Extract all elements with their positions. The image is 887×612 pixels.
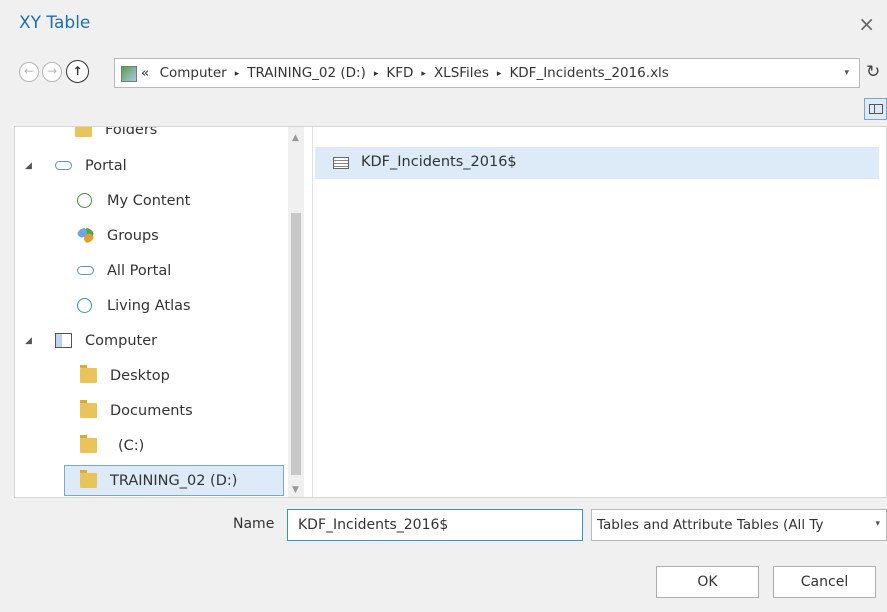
groups-icon	[77, 228, 94, 243]
folder-icon	[80, 400, 97, 418]
location-icon	[121, 66, 137, 82]
name-label: Name	[233, 516, 275, 532]
breadcrumb: « Computer ▸ TRAINING_02 (D:) ▸ KFD ▸ XLSFiles…	[141, 65, 675, 81]
tree-item-training-drive[interactable]: TRAINING_02 (D:)	[64, 465, 284, 496]
name-input[interactable]	[287, 509, 583, 541]
breadcrumb-computer[interactable]: Computer	[160, 65, 227, 81]
breadcrumb-xls-file[interactable]: KDF_Incidents_2016.xls	[509, 65, 668, 81]
expand-icon[interactable]: ◢	[25, 151, 32, 181]
back-icon[interactable]: ←	[19, 62, 39, 82]
view-options-icon[interactable]	[864, 98, 887, 120]
table-icon	[333, 157, 349, 169]
refresh-icon[interactable]: ↻	[866, 62, 880, 82]
forward-icon[interactable]: →	[42, 62, 62, 82]
breadcrumb-xlsfiles[interactable]: XLSFiles	[434, 65, 489, 81]
breadcrumb-training-drive[interactable]: TRAINING_02 (D:)	[247, 65, 366, 81]
tree-scrollbar[interactable]: ▲ ▼	[288, 127, 304, 497]
file-type-select[interactable]: Tables and Attribute Tables (All Ty ▾	[591, 509, 887, 541]
title-bar: XY Table ×	[0, 0, 887, 48]
chevron-down-icon[interactable]: ▾	[872, 519, 880, 529]
folder-icon	[80, 435, 97, 453]
list-item[interactable]: KDF_Incidents_2016$	[315, 147, 879, 179]
expand-icon[interactable]: ◢	[25, 326, 32, 356]
breadcrumb-kfd[interactable]: KFD	[386, 65, 413, 81]
overflow-icon[interactable]: «	[141, 65, 149, 81]
cancel-button[interactable]: Cancel	[773, 566, 876, 598]
folder-icon	[75, 127, 92, 137]
close-icon[interactable]: ×	[858, 12, 875, 36]
computer-icon	[55, 333, 72, 348]
scroll-up-icon[interactable]: ▲	[292, 133, 299, 143]
navigation-tree: Folders ◢ Portal My Content Groups All P…	[15, 127, 305, 497]
dialog-title: XY Table	[19, 13, 91, 33]
my-content-icon	[77, 193, 92, 208]
navigation-bar: ← → ↑ « Computer ▸ TRAINING_02 (D:) ▸ KFD ▸ XL…	[0, 58, 887, 94]
pane-divider[interactable]	[312, 127, 313, 497]
folder-icon	[80, 365, 97, 383]
address-bar[interactable]: « Computer ▸ TRAINING_02 (D:) ▸ KFD ▸ XLSFiles…	[114, 58, 860, 88]
chevron-right-icon[interactable]: ▸	[235, 69, 240, 79]
chevron-down-icon[interactable]: ▾	[844, 68, 849, 78]
scrollbar-thumb[interactable]	[291, 213, 301, 475]
chevron-right-icon[interactable]: ▸	[421, 69, 426, 79]
chevron-right-icon[interactable]: ▸	[374, 69, 379, 79]
browser-panes: Folders ◢ Portal My Content Groups All P…	[14, 126, 887, 498]
scroll-down-icon[interactable]: ▼	[292, 485, 299, 495]
ok-button[interactable]: OK	[656, 566, 759, 598]
cloud-icon	[55, 161, 72, 170]
cloud-icon	[77, 266, 94, 275]
chevron-right-icon[interactable]: ▸	[497, 69, 502, 79]
living-atlas-icon	[77, 298, 92, 313]
up-folder-icon[interactable]: ↑	[66, 60, 89, 83]
folder-icon	[80, 470, 97, 488]
